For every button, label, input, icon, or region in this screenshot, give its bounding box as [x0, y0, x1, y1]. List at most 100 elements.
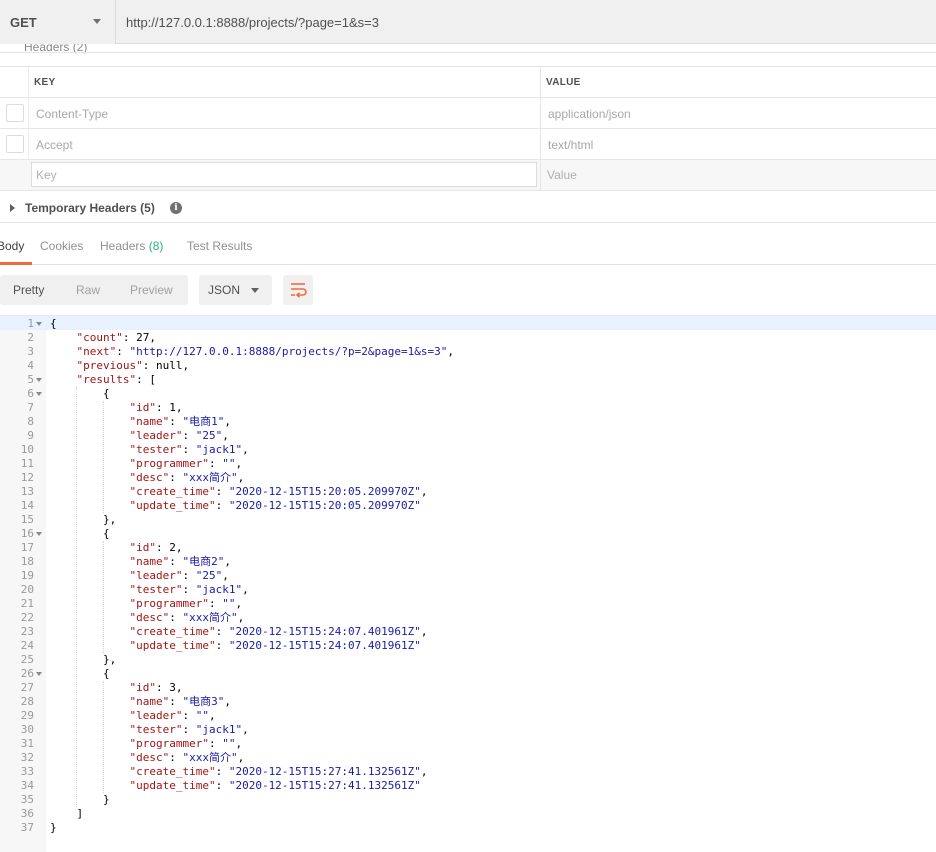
fold-chevron-icon[interactable] — [36, 392, 42, 396]
code-line: 32 "desc": "xxx简介", — [0, 751, 936, 765]
code-text: }, — [50, 653, 117, 666]
code-line: 14 "update_time": "2020-12-15T15:20:05.2… — [0, 499, 936, 513]
code-text: "tester": "jack1", — [129, 583, 249, 596]
request-bar: GET http://127.0.0.1:8888/projects/?page… — [0, 0, 936, 44]
code-text: "desc": "xxx简介", — [129, 751, 245, 764]
method-select[interactable]: GET — [0, 0, 116, 44]
code-text: "tester": "jack1", — [129, 723, 249, 736]
code-line: 25 }, — [0, 653, 936, 667]
code-text: ] — [50, 807, 84, 820]
line-number: 18 — [20, 555, 34, 568]
temporary-headers-toggle[interactable]: Temporary Headers (5) i — [0, 193, 936, 223]
line-number: 2 — [27, 331, 34, 344]
code-line: 1{ — [0, 317, 936, 331]
code-text: "leader": "", — [129, 709, 216, 722]
code-line: 22 "desc": "xxx简介", — [0, 611, 936, 625]
code-text: "programmer": "", — [129, 457, 243, 470]
line-number: 6 — [27, 387, 34, 400]
code-text: "previous": null, — [76, 359, 190, 372]
code-text: "tester": "jack1", — [129, 443, 249, 456]
fold-chevron-icon[interactable] — [36, 322, 42, 326]
line-number: 19 — [20, 569, 34, 582]
line-number: 22 — [20, 611, 34, 624]
header-value[interactable]: application/json — [548, 107, 631, 121]
method-label: GET — [10, 15, 37, 30]
line-number: 4 — [27, 359, 34, 372]
code-text: "update_time": "2020-12-15T15:24:07.4019… — [129, 639, 421, 652]
header-key[interactable]: Content-Type — [36, 107, 108, 121]
code-line: 34 "update_time": "2020-12-15T15:27:41.1… — [0, 779, 936, 793]
headers-count-badge: (8) — [148, 239, 164, 253]
code-line: 9 "leader": "25", — [0, 429, 936, 443]
tab-test-results[interactable]: Test Results — [187, 239, 252, 253]
tab-headers[interactable]: Headers (8) — [100, 239, 163, 253]
code-line: 37} — [0, 821, 936, 835]
format-label: JSON — [208, 283, 241, 297]
info-icon[interactable]: i — [170, 202, 182, 214]
active-tab-indicator — [0, 262, 32, 265]
line-number: 20 — [20, 583, 34, 596]
format-select[interactable]: JSON — [199, 275, 272, 305]
chevron-right-icon — [10, 204, 15, 212]
value-column-header: VALUE — [546, 77, 581, 88]
code-line: 13 "create_time": "2020-12-15T15:20:05.2… — [0, 485, 936, 499]
line-number: 35 — [20, 793, 34, 806]
line-number: 8 — [27, 415, 34, 428]
new-value-input[interactable] — [543, 162, 933, 187]
code-line: 5 "results": [ — [0, 373, 936, 387]
chevron-down-icon — [251, 288, 259, 293]
view-mode-group: Pretty Raw Preview — [0, 275, 188, 305]
key-column-header: KEY — [34, 77, 56, 88]
code-text: } — [50, 821, 57, 834]
pretty-button[interactable]: Pretty — [13, 283, 44, 297]
code-text: "name": "电商3", — [129, 695, 231, 708]
header-key[interactable]: Accept — [36, 138, 73, 152]
table-row: Content-Type application/json — [0, 98, 936, 129]
line-number: 28 — [20, 695, 34, 708]
new-key-input[interactable] — [31, 162, 537, 187]
header-value[interactable]: text/html — [548, 138, 593, 152]
line-number: 15 — [20, 513, 34, 526]
fold-chevron-icon[interactable] — [36, 378, 42, 382]
fold-chevron-icon[interactable] — [36, 532, 42, 536]
divider — [28, 67, 29, 97]
preview-button[interactable]: Preview — [130, 283, 173, 297]
line-number: 7 — [27, 401, 34, 414]
divider — [0, 52, 936, 53]
code-text: } — [50, 793, 110, 806]
code-line: 3 "next": "http://127.0.0.1:8888/project… — [0, 345, 936, 359]
code-line: 21 "programmer": "", — [0, 597, 936, 611]
code-line: 15 }, — [0, 513, 936, 527]
response-body-editor[interactable]: 1{2 "count": 27, 3 "next": "http://127.0.… — [0, 315, 936, 852]
tab-body[interactable]: Body — [0, 239, 24, 253]
code-line: 31 "programmer": "", — [0, 737, 936, 751]
code-line: 28 "name": "电商3", — [0, 695, 936, 709]
url-input[interactable]: http://127.0.0.1:8888/projects/?page=1&s… — [126, 15, 379, 30]
tab-cookies[interactable]: Cookies — [40, 239, 83, 253]
code-text: "desc": "xxx简介", — [129, 611, 245, 624]
code-text: "update_time": "2020-12-15T15:27:41.1325… — [129, 779, 421, 792]
line-number: 3 — [27, 345, 34, 358]
divider — [540, 160, 541, 190]
fold-chevron-icon[interactable] — [36, 672, 42, 676]
row-checkbox[interactable] — [6, 104, 24, 122]
code-text: "results": [ — [76, 373, 156, 386]
code-line: 18 "name": "电商2", — [0, 555, 936, 569]
code-line: 29 "leader": "", — [0, 709, 936, 723]
code-line: 11 "programmer": "", — [0, 457, 936, 471]
line-number: 10 — [20, 443, 34, 456]
line-number: 1 — [27, 317, 34, 330]
response-tabs: Body Cookies Headers (8) Test Results — [0, 224, 936, 265]
table-row: Accept text/html — [0, 129, 936, 160]
row-checkbox[interactable] — [6, 135, 24, 153]
code-line: 23 "create_time": "2020-12-15T15:24:07.4… — [0, 625, 936, 639]
code-line: 17 "id": 2, — [0, 541, 936, 555]
wrap-lines-button[interactable] — [283, 275, 313, 305]
raw-button[interactable]: Raw — [76, 283, 100, 297]
line-number: 12 — [20, 471, 34, 484]
wrap-lines-icon — [291, 283, 307, 298]
line-number: 27 — [20, 681, 34, 694]
code-line: 7 "id": 1, — [0, 401, 936, 415]
code-text: "leader": "25", — [129, 569, 229, 582]
code-text: { — [50, 667, 110, 680]
